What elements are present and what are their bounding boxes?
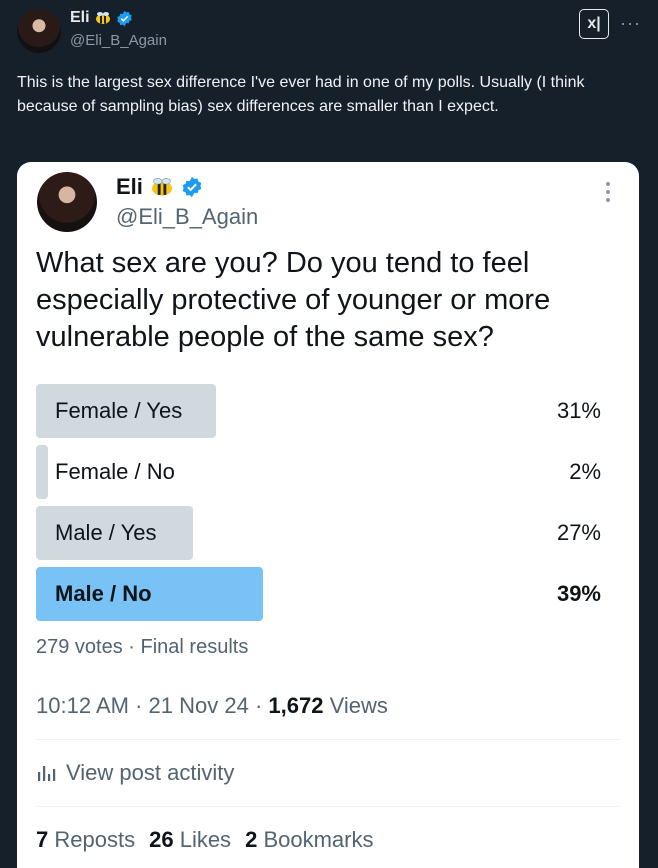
x-logo-icon[interactable]: x| (579, 9, 609, 39)
post-meta: 10:12 AM · 21 Nov 24 · 1,672 Views (36, 693, 388, 719)
author-handle[interactable]: @Eli_B_Again (70, 32, 167, 49)
bee-emoji-icon (95, 12, 110, 24)
card-author-handle[interactable]: @Eli_B_Again (116, 204, 258, 230)
bookmarks-label: Bookmarks (263, 827, 374, 852)
post-date[interactable]: 21 Nov 24 (149, 693, 249, 718)
poll-option-percent: 39% (556, 581, 601, 606)
reposts-label: Reposts (54, 827, 136, 852)
card-author-avatar[interactable] (37, 172, 97, 232)
views-count: 1,672 (268, 693, 324, 718)
poll-option: Female / Yes 31% (36, 384, 618, 438)
poll-result-bar (36, 445, 48, 499)
card-author-name-row[interactable]: Eli (116, 174, 203, 200)
poll-option: Male / Yes 27% (36, 506, 618, 560)
view-activity-label[interactable]: View post activity (66, 760, 234, 786)
poll-summary: 279 votes · Final results (36, 636, 248, 659)
views-label: Views (329, 693, 388, 718)
poll-option-label: Male / Yes (55, 520, 157, 545)
poll-option: Male / No 39% (36, 567, 618, 621)
separator-dot: · (135, 693, 149, 718)
author-name-row[interactable]: Eli (70, 9, 133, 27)
reposts-stat[interactable]: 7 Reposts (36, 827, 135, 853)
analytics-icon (38, 766, 56, 781)
poll-status: Final results (140, 636, 249, 658)
likes-stat[interactable]: 26 Likes (149, 827, 231, 853)
separator-dot: · (128, 636, 141, 658)
likes-label: Likes (179, 827, 232, 852)
reposts-count: 7 (36, 827, 49, 852)
divider (36, 739, 620, 740)
engagement-stats: 7 Reposts 26 Likes 2 Bookmarks (36, 827, 373, 853)
poll-option-percent: 31% (556, 398, 601, 423)
divider (36, 806, 620, 807)
bee-emoji-icon (151, 178, 172, 196)
poll-question: What sex are you? Do you tend to feel es… (36, 247, 551, 353)
more-options-icon[interactable] (601, 182, 615, 202)
poll-option-percent: 2% (569, 459, 601, 484)
poll-option-label: Female / No (55, 459, 175, 484)
tweet-text: This is the largest sex difference I've … (17, 74, 585, 115)
poll-option-label: Female / Yes (55, 398, 183, 423)
view-activity-link[interactable]: View post activity (36, 760, 234, 786)
separator-dot: · (254, 693, 269, 718)
bookmarks-stat[interactable]: 2 Bookmarks (245, 827, 373, 853)
author-avatar[interactable] (17, 9, 61, 53)
verified-badge-icon (182, 176, 202, 198)
likes-count: 26 (149, 827, 174, 852)
poll-option-percent: 27% (556, 520, 601, 545)
verified-badge-icon (116, 10, 132, 26)
quoted-post-card[interactable]: Eli @Eli_B_Again What sex are you? Do yo… (17, 162, 639, 868)
more-options-icon[interactable]: ··· (620, 13, 641, 34)
post-time[interactable]: 10:12 AM (36, 693, 129, 718)
poll-option: Female / No 2% (36, 445, 618, 499)
card-author-name[interactable]: Eli (116, 174, 143, 200)
bookmarks-count: 2 (245, 827, 258, 852)
poll-option-label: Male / No (55, 581, 152, 606)
author-name[interactable]: Eli (70, 9, 90, 27)
vote-count: 279 votes (36, 636, 123, 658)
